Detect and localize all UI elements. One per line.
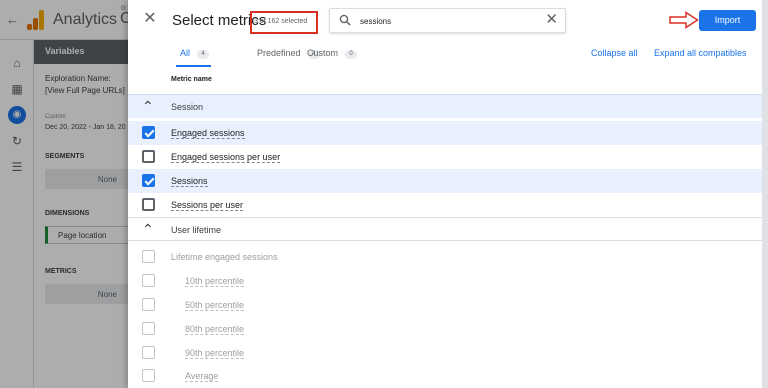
select-metrics-dialog: ✕ Select metrics 3 of 162 selected ✕ Imp…	[128, 0, 762, 388]
checkbox[interactable]	[142, 150, 155, 163]
chevron-up-icon[interactable]: ⌃	[142, 98, 154, 114]
metric-row-80th-percentile: 80th percentile	[128, 317, 762, 341]
metric-label: 10th percentile	[185, 276, 245, 287]
metric-row-sessions[interactable]: Sessions	[128, 169, 762, 193]
metric-label: Lifetime engaged sessions	[171, 252, 278, 262]
metric-row-10th-percentile: 10th percentile	[128, 269, 762, 293]
metric-row-90th-percentile: 90th percentile	[128, 341, 762, 365]
metric-label: Sessions	[171, 176, 208, 187]
active-tab-indicator	[176, 65, 211, 67]
tab-count: 0	[345, 50, 358, 59]
metric-row-sessions-per-user[interactable]: Sessions per user	[128, 193, 762, 217]
close-icon[interactable]: ✕	[142, 11, 158, 27]
tab-custom[interactable]: Custom 0	[307, 48, 358, 59]
group-label: User lifetime	[171, 225, 222, 235]
group-row-session[interactable]: ⌃ Session	[128, 94, 762, 118]
metric-label: 50th percentile	[185, 300, 245, 311]
metric-label: 80th percentile	[185, 324, 245, 335]
checkbox-disabled	[142, 322, 155, 335]
checkbox-disabled	[142, 346, 155, 359]
metric-row-engaged-sessions-per-user[interactable]: Engaged sessions per user	[128, 145, 762, 169]
tab-count: 4	[197, 50, 210, 59]
checkbox[interactable]	[142, 198, 155, 211]
expand-all-compatibles-link[interactable]: Expand all compatibles	[654, 48, 747, 58]
clear-search-icon[interactable]: ✕	[545, 12, 558, 28]
metric-row-engaged-sessions[interactable]: Engaged sessions	[128, 121, 762, 145]
metric-label: Average	[185, 371, 219, 382]
metric-label: Engaged sessions	[171, 128, 245, 139]
checkbox-checked[interactable]	[142, 174, 155, 187]
annotation-arrow-icon	[669, 11, 699, 29]
modal-backdrop[interactable]	[0, 0, 128, 388]
chevron-up-icon[interactable]: ⌃	[142, 221, 154, 237]
import-button[interactable]: Import	[699, 10, 756, 31]
metric-search-box[interactable]: ✕	[329, 8, 566, 33]
metric-row-lifetime-engaged-sessions: Lifetime engaged sessions	[128, 245, 762, 269]
tab-all[interactable]: All 4	[180, 48, 210, 59]
checkbox-checked[interactable]	[142, 126, 155, 139]
collapse-all-link[interactable]: Collapse all	[591, 48, 638, 58]
metric-label: Sessions per user	[171, 200, 244, 211]
checkbox-disabled	[142, 274, 155, 287]
group-row-user-lifetime[interactable]: ⌃ User lifetime	[128, 217, 762, 241]
search-input[interactable]	[360, 13, 535, 29]
checkbox-disabled	[142, 369, 155, 382]
metric-row-average: Average	[128, 364, 762, 388]
metric-label: Engaged sessions per user	[171, 152, 281, 163]
metric-label: 90th percentile	[185, 348, 245, 359]
search-icon	[339, 14, 351, 26]
group-label: Session	[171, 102, 204, 112]
scrollbar-track[interactable]	[762, 0, 768, 388]
checkbox-disabled	[142, 298, 155, 311]
metric-name-column-header: Metric name	[171, 76, 212, 83]
metric-row-50th-percentile: 50th percentile	[128, 293, 762, 317]
annotation-highlight-box	[250, 11, 318, 34]
checkbox-disabled	[142, 250, 155, 263]
